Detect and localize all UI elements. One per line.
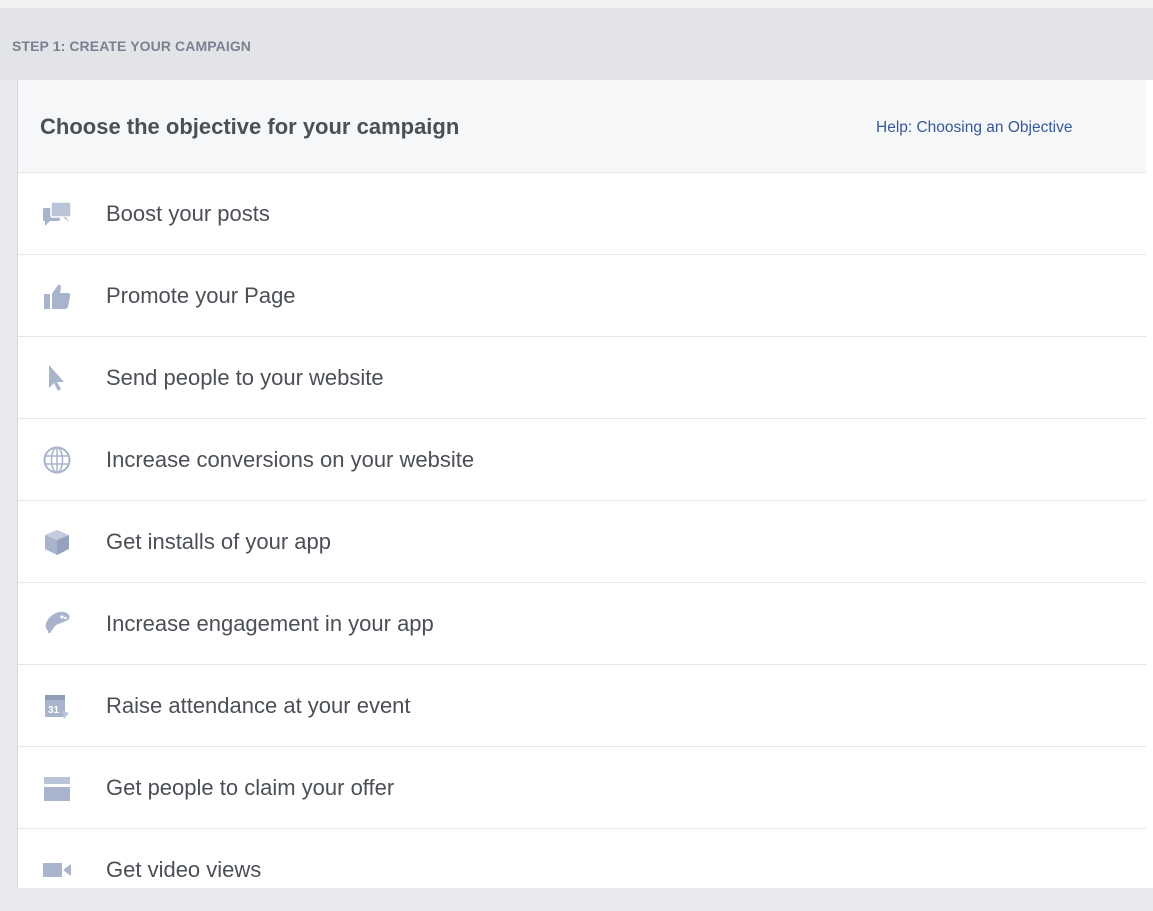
objective-list: Boost your posts Promote your Page Send … xyxy=(18,173,1146,911)
thumbs-up-icon xyxy=(42,281,72,311)
campaign-creator: STEP 1: CREATE YOUR CAMPAIGN Choose the … xyxy=(0,0,1153,888)
objective-website-clicks[interactable]: Send people to your website xyxy=(18,337,1146,419)
box-icon xyxy=(42,527,72,557)
objective-app-engagement[interactable]: Increase engagement in your app xyxy=(18,583,1146,665)
objective-promote-page[interactable]: Promote your Page xyxy=(18,255,1146,337)
panel-title: Choose the objective for your campaign xyxy=(40,114,460,139)
help-choosing-objective-link[interactable]: Help: Choosing an Objective xyxy=(876,119,1072,137)
step-label: STEP 1: CREATE YOUR CAMPAIGN xyxy=(12,38,252,54)
speech-bubbles-icon xyxy=(42,199,72,229)
objective-video-views[interactable]: Get video views xyxy=(18,829,1146,911)
calendar-icon: 31 xyxy=(42,691,72,721)
objective-label: Send people to your website xyxy=(106,365,384,390)
step-header: STEP 1: CREATE YOUR CAMPAIGN xyxy=(0,0,1153,80)
cursor-icon xyxy=(42,363,72,393)
objective-boost-posts[interactable]: Boost your posts xyxy=(18,173,1146,255)
objective-label: Get installs of your app xyxy=(106,529,332,554)
objective-label: Promote your Page xyxy=(106,283,296,308)
objective-label: Increase engagement in your app xyxy=(106,611,434,636)
objective-website-conversions[interactable]: Increase conversions on your website xyxy=(18,419,1146,501)
objective-label: Raise attendance at your event xyxy=(106,693,411,718)
objective-label: Get video views xyxy=(106,857,262,882)
objective-app-installs[interactable]: Get installs of your app xyxy=(18,501,1146,583)
panel-header: Choose the objective for your campaign H… xyxy=(18,80,1146,173)
objective-label: Increase conversions on your website xyxy=(106,447,475,472)
video-camera-icon xyxy=(42,855,72,885)
storefront-icon xyxy=(42,773,72,803)
svg-text:31: 31 xyxy=(48,705,60,716)
objective-panel: Choose the objective for your campaign H… xyxy=(17,80,1153,888)
game-controller-icon xyxy=(42,609,72,639)
objective-label: Get people to claim your offer xyxy=(106,775,395,800)
objective-event-responses[interactable]: 31 Raise attendance at your event xyxy=(18,665,1146,747)
objective-offer-claims[interactable]: Get people to claim your offer xyxy=(18,747,1146,829)
objective-label: Boost your posts xyxy=(106,201,270,226)
globe-icon xyxy=(42,445,72,475)
